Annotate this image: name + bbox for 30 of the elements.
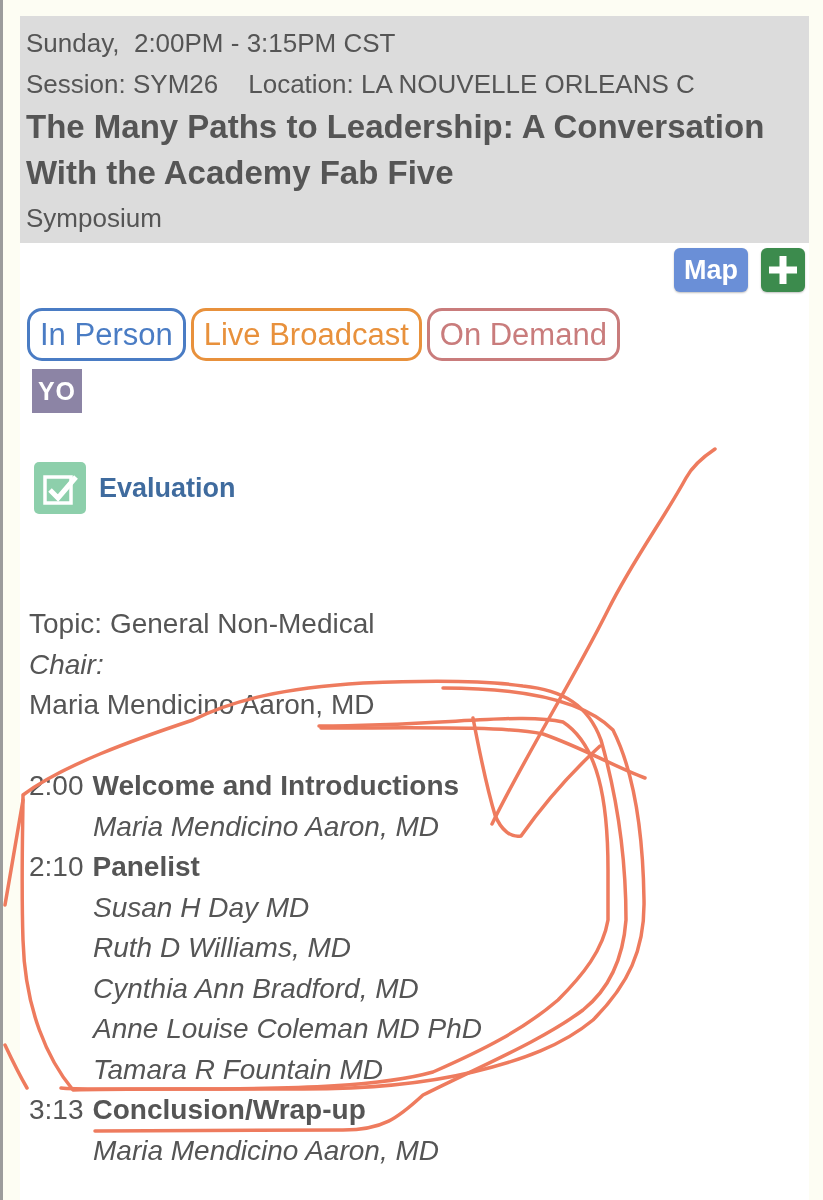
chair-label: Chair:	[29, 647, 105, 682]
session-time-text: Sunday, 2:00PM - 3:15PM CST	[26, 27, 397, 60]
agenda-item-title: Welcome and Introductions	[92, 769, 460, 803]
speaker-name: Maria Mendicino Aaron, MD	[93, 1134, 439, 1166]
speaker-name: Ruth D Williams, MD	[93, 932, 351, 963]
agenda-time: 3:13	[29, 1093, 84, 1127]
evaluation-link[interactable]: Evaluation	[34, 462, 236, 514]
speaker-name: Maria Mendicino Aaron, MD	[93, 810, 439, 842]
track-badge: YO	[32, 369, 82, 413]
speaker-name: Cynthia Ann Bradford, MD	[93, 972, 419, 1004]
agenda-time: 2:10	[29, 850, 84, 884]
chair-name: Maria Mendicino Aaron, MD	[29, 688, 376, 722]
session-code-text: Session: SYM26	[26, 68, 219, 101]
agenda-time: 2:00	[29, 769, 84, 803]
add-button[interactable]	[761, 248, 805, 292]
checkbox-icon	[34, 462, 86, 514]
plus-icon	[769, 256, 797, 284]
speaker-name: Tamara R Fountain MD	[93, 1053, 383, 1085]
format-tag: Live Broadcast	[190, 308, 422, 361]
format-tag: In Person	[27, 308, 186, 361]
session-location-text: Location: LA NOUVELLE ORLEANS C	[248, 68, 695, 101]
map-button[interactable]: Map	[674, 248, 748, 292]
session-type-text: Symposium	[26, 202, 163, 235]
agenda-item-title: Panelist	[92, 850, 200, 884]
format-tag: On Demand	[426, 308, 620, 361]
speaker-name: Anne Louise Coleman MD PhD	[93, 1013, 483, 1044]
session-title: The Many Paths to Leadership: A Conversation With the Academy Fab Five	[26, 107, 766, 193]
agenda-item-title: Conclusion/Wrap-up	[92, 1093, 366, 1127]
topic-text: Topic: General Non-Medical	[29, 607, 376, 641]
speaker-name: Susan H Day MD	[93, 891, 310, 923]
